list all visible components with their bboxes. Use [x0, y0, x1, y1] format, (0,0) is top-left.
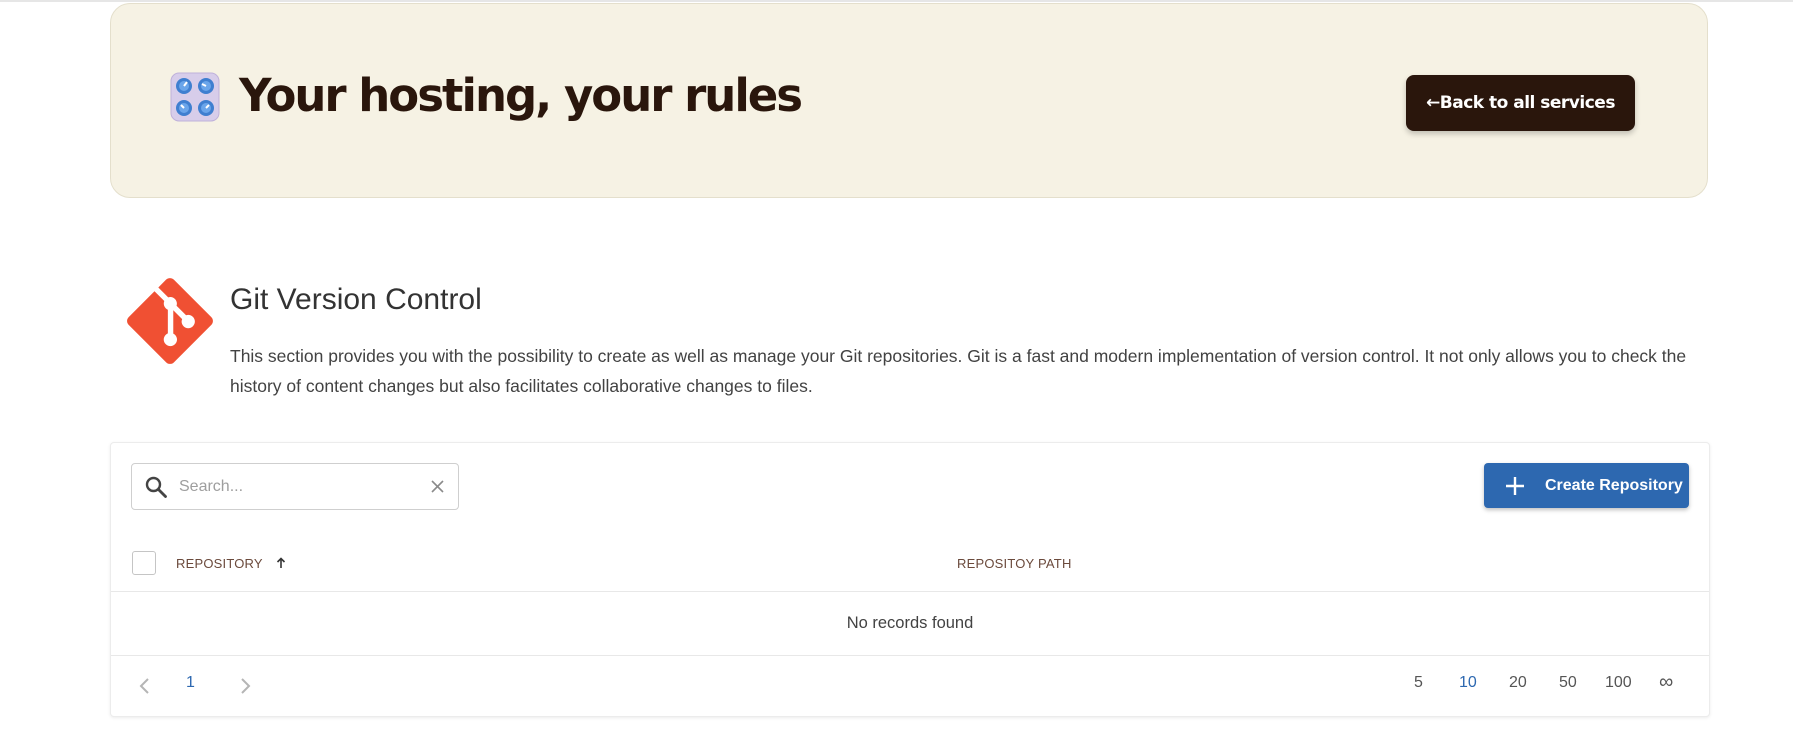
- page-size-option[interactable]: 50: [1559, 674, 1577, 692]
- hero-title: Your hosting, your rules: [239, 69, 803, 122]
- section-description: This section provides you with the possi…: [230, 346, 1687, 396]
- empty-state-message: No records found: [846, 614, 974, 632]
- column-header-repository[interactable]: REPOSITORY: [176, 551, 287, 575]
- table-header: REPOSITORY REPOSITOY PATH: [111, 538, 1709, 590]
- search-box[interactable]: [131, 463, 459, 510]
- page-size-option[interactable]: 100: [1605, 674, 1632, 692]
- search-icon: [145, 476, 167, 498]
- page-size-option-all[interactable]: ∞: [1659, 671, 1673, 694]
- pagination: 1 5 10 20 50 100 ∞: [111, 656, 1709, 717]
- control-knobs-icon: [170, 72, 220, 122]
- page-size-option[interactable]: 20: [1509, 674, 1527, 692]
- hero-banner: Your hosting, your rules ←Back to all se…: [110, 3, 1708, 198]
- page-number[interactable]: 1: [186, 674, 195, 692]
- git-logo-icon: [127, 278, 213, 364]
- search-input[interactable]: [179, 472, 414, 501]
- create-repository-label: Create Repository: [1545, 476, 1683, 494]
- sort-ascending-icon: [276, 557, 285, 568]
- chevron-left-icon[interactable]: [135, 676, 155, 696]
- top-divider: [0, 0, 1793, 2]
- clear-icon[interactable]: [429, 478, 446, 495]
- page-size-option[interactable]: 5: [1414, 674, 1423, 692]
- chevron-right-icon[interactable]: [235, 676, 255, 696]
- section-title: Git Version Control: [230, 283, 482, 316]
- repository-panel: Create Repository REPOSITORY REPOSITOY P…: [110, 442, 1710, 717]
- plus-icon: [1506, 476, 1524, 495]
- column-header-repository-path: REPOSITOY PATH: [957, 551, 1072, 575]
- select-all-checkbox[interactable]: [132, 551, 156, 575]
- page-size-option-selected[interactable]: 10: [1459, 674, 1477, 692]
- back-to-all-services-button[interactable]: ←Back to all services: [1406, 75, 1635, 131]
- create-repository-button[interactable]: Create Repository: [1484, 463, 1689, 508]
- column-header-repository-path-label: REPOSITOY PATH: [957, 555, 1072, 571]
- column-header-repository-label: REPOSITORY: [176, 555, 263, 571]
